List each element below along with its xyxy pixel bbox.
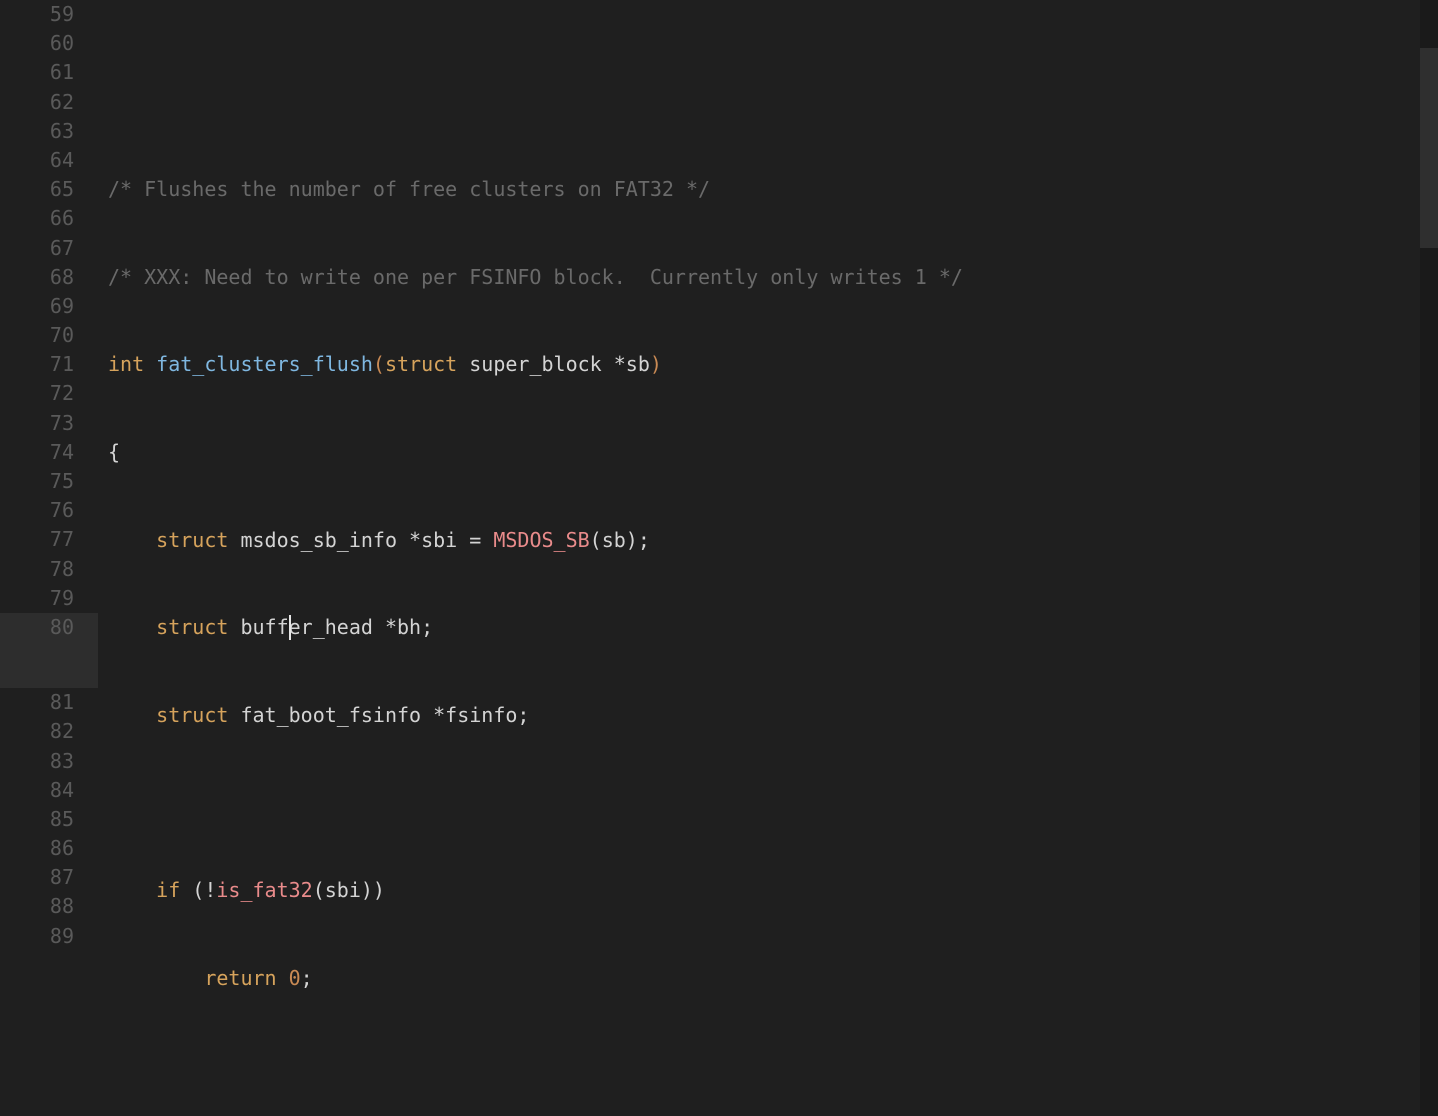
gutter-number: 65 [0, 175, 98, 204]
gutter-number: 78 [0, 555, 98, 584]
code-line[interactable] [108, 788, 1438, 817]
gutter-number: 67 [0, 234, 98, 263]
gutter-number: 70 [0, 321, 98, 350]
code-editor[interactable]: 5960616263646566676869707172737475767778… [0, 0, 1438, 1116]
gutter-number: 59 [0, 0, 98, 29]
code-line[interactable]: struct fat_boot_fsinfo *fsinfo; [108, 701, 1438, 730]
code-line[interactable] [108, 88, 1438, 117]
gutter-number: 84 [0, 776, 98, 805]
gutter-number: 77 [0, 525, 98, 554]
gutter-number: 73 [0, 409, 98, 438]
gutter-number: 88 [0, 892, 98, 921]
gutter-number: 83 [0, 747, 98, 776]
gutter: 5960616263646566676869707172737475767778… [0, 0, 98, 951]
gutter-number: 63 [0, 117, 98, 146]
gutter-number: 62 [0, 88, 98, 117]
gutter-number: 89 [0, 922, 98, 951]
gutter-number: 81 [0, 688, 98, 717]
gutter-number: 69 [0, 292, 98, 321]
gutter-number: 64 [0, 146, 98, 175]
gutter-number: 82 [0, 717, 98, 746]
text-cursor [289, 615, 291, 640]
gutter-number: 79 [0, 584, 98, 613]
code-line[interactable]: if (!is_fat32(sbi)) [108, 876, 1438, 905]
gutter-number: 61 [0, 58, 98, 87]
gutter-number: 71 [0, 350, 98, 379]
code-line[interactable]: /* XXX: Need to write one per FSINFO blo… [108, 263, 1438, 292]
code-line[interactable]: struct msdos_sb_info *sbi = MSDOS_SB(sb)… [108, 526, 1438, 555]
gutter-number: 60 [0, 29, 98, 58]
code-line[interactable] [108, 1051, 1438, 1080]
gutter-number: 74 [0, 438, 98, 467]
code-line[interactable]: struct buffer_head *bh; [108, 613, 1438, 642]
gutter-number: 76 [0, 496, 98, 525]
gutter-number: 66 [0, 204, 98, 233]
gutter-number: 86 [0, 834, 98, 863]
code-line[interactable]: int fat_clusters_flush(struct super_bloc… [108, 350, 1438, 379]
gutter-number: 68 [0, 263, 98, 292]
gutter-number [0, 642, 98, 688]
gutter-number: 87 [0, 863, 98, 892]
code-line[interactable]: return 0; [108, 964, 1438, 993]
code-line[interactable]: /* Flushes the number of free clusters o… [108, 175, 1438, 204]
code-area[interactable]: /* Flushes the number of free clusters o… [108, 0, 1438, 1116]
gutter-number: 75 [0, 467, 98, 496]
gutter-number: 72 [0, 379, 98, 408]
gutter-number: 85 [0, 805, 98, 834]
gutter-number: 80 [0, 613, 98, 642]
code-line[interactable]: { [108, 438, 1438, 467]
